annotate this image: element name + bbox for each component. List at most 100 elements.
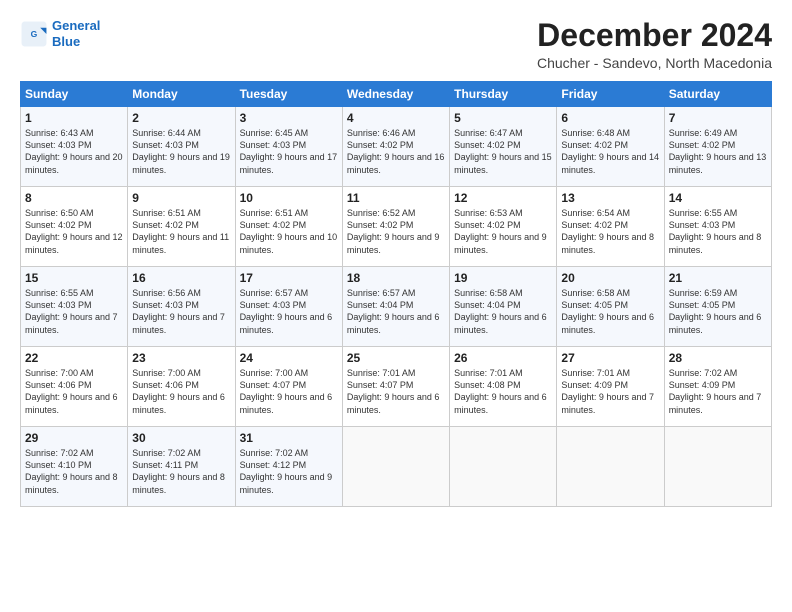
cell-info: Sunrise: 7:00 AMSunset: 4:06 PMDaylight:…: [132, 367, 230, 416]
calendar-cell: 26 Sunrise: 7:01 AMSunset: 4:08 PMDaylig…: [450, 347, 557, 427]
day-number: 8: [25, 191, 123, 205]
cell-info: Sunrise: 6:51 AMSunset: 4:02 PMDaylight:…: [132, 207, 230, 256]
day-number: 4: [347, 111, 445, 125]
calendar-cell: 9 Sunrise: 6:51 AMSunset: 4:02 PMDayligh…: [128, 187, 235, 267]
day-number: 22: [25, 351, 123, 365]
day-number: 23: [132, 351, 230, 365]
day-number: 9: [132, 191, 230, 205]
logo: G General Blue: [20, 18, 100, 49]
calendar-week-1: 1 Sunrise: 6:43 AMSunset: 4:03 PMDayligh…: [21, 107, 772, 187]
calendar-cell: [664, 427, 771, 507]
cell-info: Sunrise: 6:54 AMSunset: 4:02 PMDaylight:…: [561, 207, 659, 256]
col-header-monday: Monday: [128, 82, 235, 107]
cell-info: Sunrise: 6:44 AMSunset: 4:03 PMDaylight:…: [132, 127, 230, 176]
calendar-cell: 18 Sunrise: 6:57 AMSunset: 4:04 PMDaylig…: [342, 267, 449, 347]
day-number: 30: [132, 431, 230, 445]
day-number: 20: [561, 271, 659, 285]
cell-info: Sunrise: 6:51 AMSunset: 4:02 PMDaylight:…: [240, 207, 338, 256]
calendar-week-2: 8 Sunrise: 6:50 AMSunset: 4:02 PMDayligh…: [21, 187, 772, 267]
calendar-cell: 16 Sunrise: 6:56 AMSunset: 4:03 PMDaylig…: [128, 267, 235, 347]
cell-info: Sunrise: 6:46 AMSunset: 4:02 PMDaylight:…: [347, 127, 445, 176]
calendar-cell: 3 Sunrise: 6:45 AMSunset: 4:03 PMDayligh…: [235, 107, 342, 187]
col-header-thursday: Thursday: [450, 82, 557, 107]
calendar-cell: 19 Sunrise: 6:58 AMSunset: 4:04 PMDaylig…: [450, 267, 557, 347]
calendar-cell: 8 Sunrise: 6:50 AMSunset: 4:02 PMDayligh…: [21, 187, 128, 267]
day-number: 29: [25, 431, 123, 445]
day-number: 15: [25, 271, 123, 285]
cell-info: Sunrise: 6:56 AMSunset: 4:03 PMDaylight:…: [132, 287, 230, 336]
cell-info: Sunrise: 7:01 AMSunset: 4:07 PMDaylight:…: [347, 367, 445, 416]
col-header-tuesday: Tuesday: [235, 82, 342, 107]
col-header-wednesday: Wednesday: [342, 82, 449, 107]
month-title: December 2024: [537, 18, 772, 53]
cell-info: Sunrise: 7:01 AMSunset: 4:09 PMDaylight:…: [561, 367, 659, 416]
calendar-header-row: SundayMondayTuesdayWednesdayThursdayFrid…: [21, 82, 772, 107]
calendar-cell: 12 Sunrise: 6:53 AMSunset: 4:02 PMDaylig…: [450, 187, 557, 267]
cell-info: Sunrise: 6:55 AMSunset: 4:03 PMDaylight:…: [669, 207, 767, 256]
cell-info: Sunrise: 6:58 AMSunset: 4:04 PMDaylight:…: [454, 287, 552, 336]
cell-info: Sunrise: 7:00 AMSunset: 4:06 PMDaylight:…: [25, 367, 123, 416]
calendar-cell: [342, 427, 449, 507]
day-number: 28: [669, 351, 767, 365]
day-number: 16: [132, 271, 230, 285]
calendar-cell: 17 Sunrise: 6:57 AMSunset: 4:03 PMDaylig…: [235, 267, 342, 347]
calendar-cell: 20 Sunrise: 6:58 AMSunset: 4:05 PMDaylig…: [557, 267, 664, 347]
col-header-saturday: Saturday: [664, 82, 771, 107]
day-number: 1: [25, 111, 123, 125]
calendar-cell: 25 Sunrise: 7:01 AMSunset: 4:07 PMDaylig…: [342, 347, 449, 427]
calendar-cell: [450, 427, 557, 507]
day-number: 25: [347, 351, 445, 365]
cell-info: Sunrise: 6:59 AMSunset: 4:05 PMDaylight:…: [669, 287, 767, 336]
calendar-cell: 7 Sunrise: 6:49 AMSunset: 4:02 PMDayligh…: [664, 107, 771, 187]
logo-icon: G: [20, 20, 48, 48]
calendar-cell: 30 Sunrise: 7:02 AMSunset: 4:11 PMDaylig…: [128, 427, 235, 507]
day-number: 18: [347, 271, 445, 285]
calendar-cell: 5 Sunrise: 6:47 AMSunset: 4:02 PMDayligh…: [450, 107, 557, 187]
logo-line1: General: [52, 18, 100, 33]
cell-info: Sunrise: 6:52 AMSunset: 4:02 PMDaylight:…: [347, 207, 445, 256]
calendar-week-5: 29 Sunrise: 7:02 AMSunset: 4:10 PMDaylig…: [21, 427, 772, 507]
cell-info: Sunrise: 7:00 AMSunset: 4:07 PMDaylight:…: [240, 367, 338, 416]
day-number: 21: [669, 271, 767, 285]
calendar-week-3: 15 Sunrise: 6:55 AMSunset: 4:03 PMDaylig…: [21, 267, 772, 347]
calendar-cell: 14 Sunrise: 6:55 AMSunset: 4:03 PMDaylig…: [664, 187, 771, 267]
cell-info: Sunrise: 6:47 AMSunset: 4:02 PMDaylight:…: [454, 127, 552, 176]
cell-info: Sunrise: 7:01 AMSunset: 4:08 PMDaylight:…: [454, 367, 552, 416]
day-number: 5: [454, 111, 552, 125]
day-number: 17: [240, 271, 338, 285]
cell-info: Sunrise: 7:02 AMSunset: 4:10 PMDaylight:…: [25, 447, 123, 496]
cell-info: Sunrise: 7:02 AMSunset: 4:11 PMDaylight:…: [132, 447, 230, 496]
logo-text: General Blue: [52, 18, 100, 49]
page-header: G General Blue December 2024 Chucher - S…: [20, 18, 772, 71]
cell-info: Sunrise: 6:57 AMSunset: 4:03 PMDaylight:…: [240, 287, 338, 336]
day-number: 6: [561, 111, 659, 125]
calendar-week-4: 22 Sunrise: 7:00 AMSunset: 4:06 PMDaylig…: [21, 347, 772, 427]
calendar-cell: 31 Sunrise: 7:02 AMSunset: 4:12 PMDaylig…: [235, 427, 342, 507]
day-number: 19: [454, 271, 552, 285]
calendar-cell: 27 Sunrise: 7:01 AMSunset: 4:09 PMDaylig…: [557, 347, 664, 427]
calendar-cell: 10 Sunrise: 6:51 AMSunset: 4:02 PMDaylig…: [235, 187, 342, 267]
location-subtitle: Chucher - Sandevo, North Macedonia: [537, 55, 772, 71]
calendar-cell: 4 Sunrise: 6:46 AMSunset: 4:02 PMDayligh…: [342, 107, 449, 187]
day-number: 10: [240, 191, 338, 205]
logo-line2: Blue: [52, 34, 80, 49]
cell-info: Sunrise: 6:49 AMSunset: 4:02 PMDaylight:…: [669, 127, 767, 176]
calendar-cell: 11 Sunrise: 6:52 AMSunset: 4:02 PMDaylig…: [342, 187, 449, 267]
svg-text:G: G: [31, 29, 38, 39]
day-number: 26: [454, 351, 552, 365]
calendar-cell: 15 Sunrise: 6:55 AMSunset: 4:03 PMDaylig…: [21, 267, 128, 347]
day-number: 27: [561, 351, 659, 365]
calendar-cell: 1 Sunrise: 6:43 AMSunset: 4:03 PMDayligh…: [21, 107, 128, 187]
day-number: 2: [132, 111, 230, 125]
calendar-cell: [557, 427, 664, 507]
cell-info: Sunrise: 6:58 AMSunset: 4:05 PMDaylight:…: [561, 287, 659, 336]
cell-info: Sunrise: 6:50 AMSunset: 4:02 PMDaylight:…: [25, 207, 123, 256]
calendar-cell: 21 Sunrise: 6:59 AMSunset: 4:05 PMDaylig…: [664, 267, 771, 347]
day-number: 14: [669, 191, 767, 205]
cell-info: Sunrise: 6:48 AMSunset: 4:02 PMDaylight:…: [561, 127, 659, 176]
col-header-friday: Friday: [557, 82, 664, 107]
day-number: 31: [240, 431, 338, 445]
calendar-cell: 22 Sunrise: 7:00 AMSunset: 4:06 PMDaylig…: [21, 347, 128, 427]
col-header-sunday: Sunday: [21, 82, 128, 107]
calendar-cell: 24 Sunrise: 7:00 AMSunset: 4:07 PMDaylig…: [235, 347, 342, 427]
